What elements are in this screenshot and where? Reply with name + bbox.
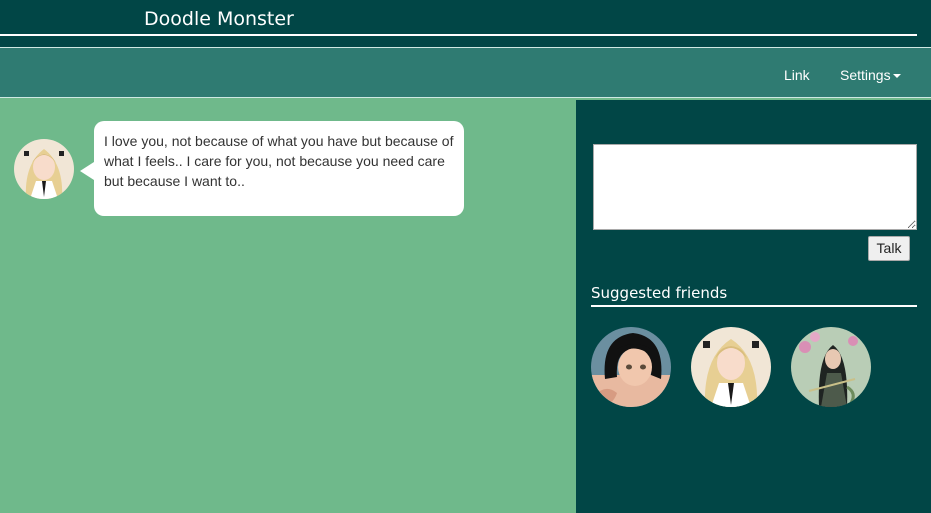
navigation-bar: Link Settings (0, 47, 931, 98)
suggested-friend-1-avatar[interactable] (591, 327, 671, 407)
header-divider (0, 34, 917, 36)
suggested-friend-3-avatar[interactable] (791, 327, 871, 407)
avatar-blonde-girl-image (14, 139, 74, 199)
talk-input[interactable] (593, 144, 917, 230)
chat-message-bubble: I love you, not because of what you have… (94, 121, 464, 216)
avatar-warrior-girl-image (791, 327, 871, 407)
brand-title[interactable]: Doodle Monster (144, 8, 294, 30)
top-header: Doodle Monster (0, 0, 931, 47)
suggested-friends-divider (591, 305, 917, 307)
bubble-tail (80, 162, 94, 180)
nav-settings-label: Settings (840, 67, 891, 83)
talk-button[interactable]: Talk (868, 236, 910, 261)
nav-link[interactable]: Link (784, 67, 810, 83)
nav-settings-dropdown[interactable]: Settings (840, 67, 901, 83)
suggested-friends-title: Suggested friends (591, 284, 728, 302)
avatar-blonde-girl-image (691, 327, 771, 407)
caret-down-icon (892, 74, 901, 79)
avatar-dark-hair-girl-image (591, 327, 671, 407)
chat-avatar (14, 139, 74, 199)
suggested-friend-2-avatar[interactable] (691, 327, 771, 407)
